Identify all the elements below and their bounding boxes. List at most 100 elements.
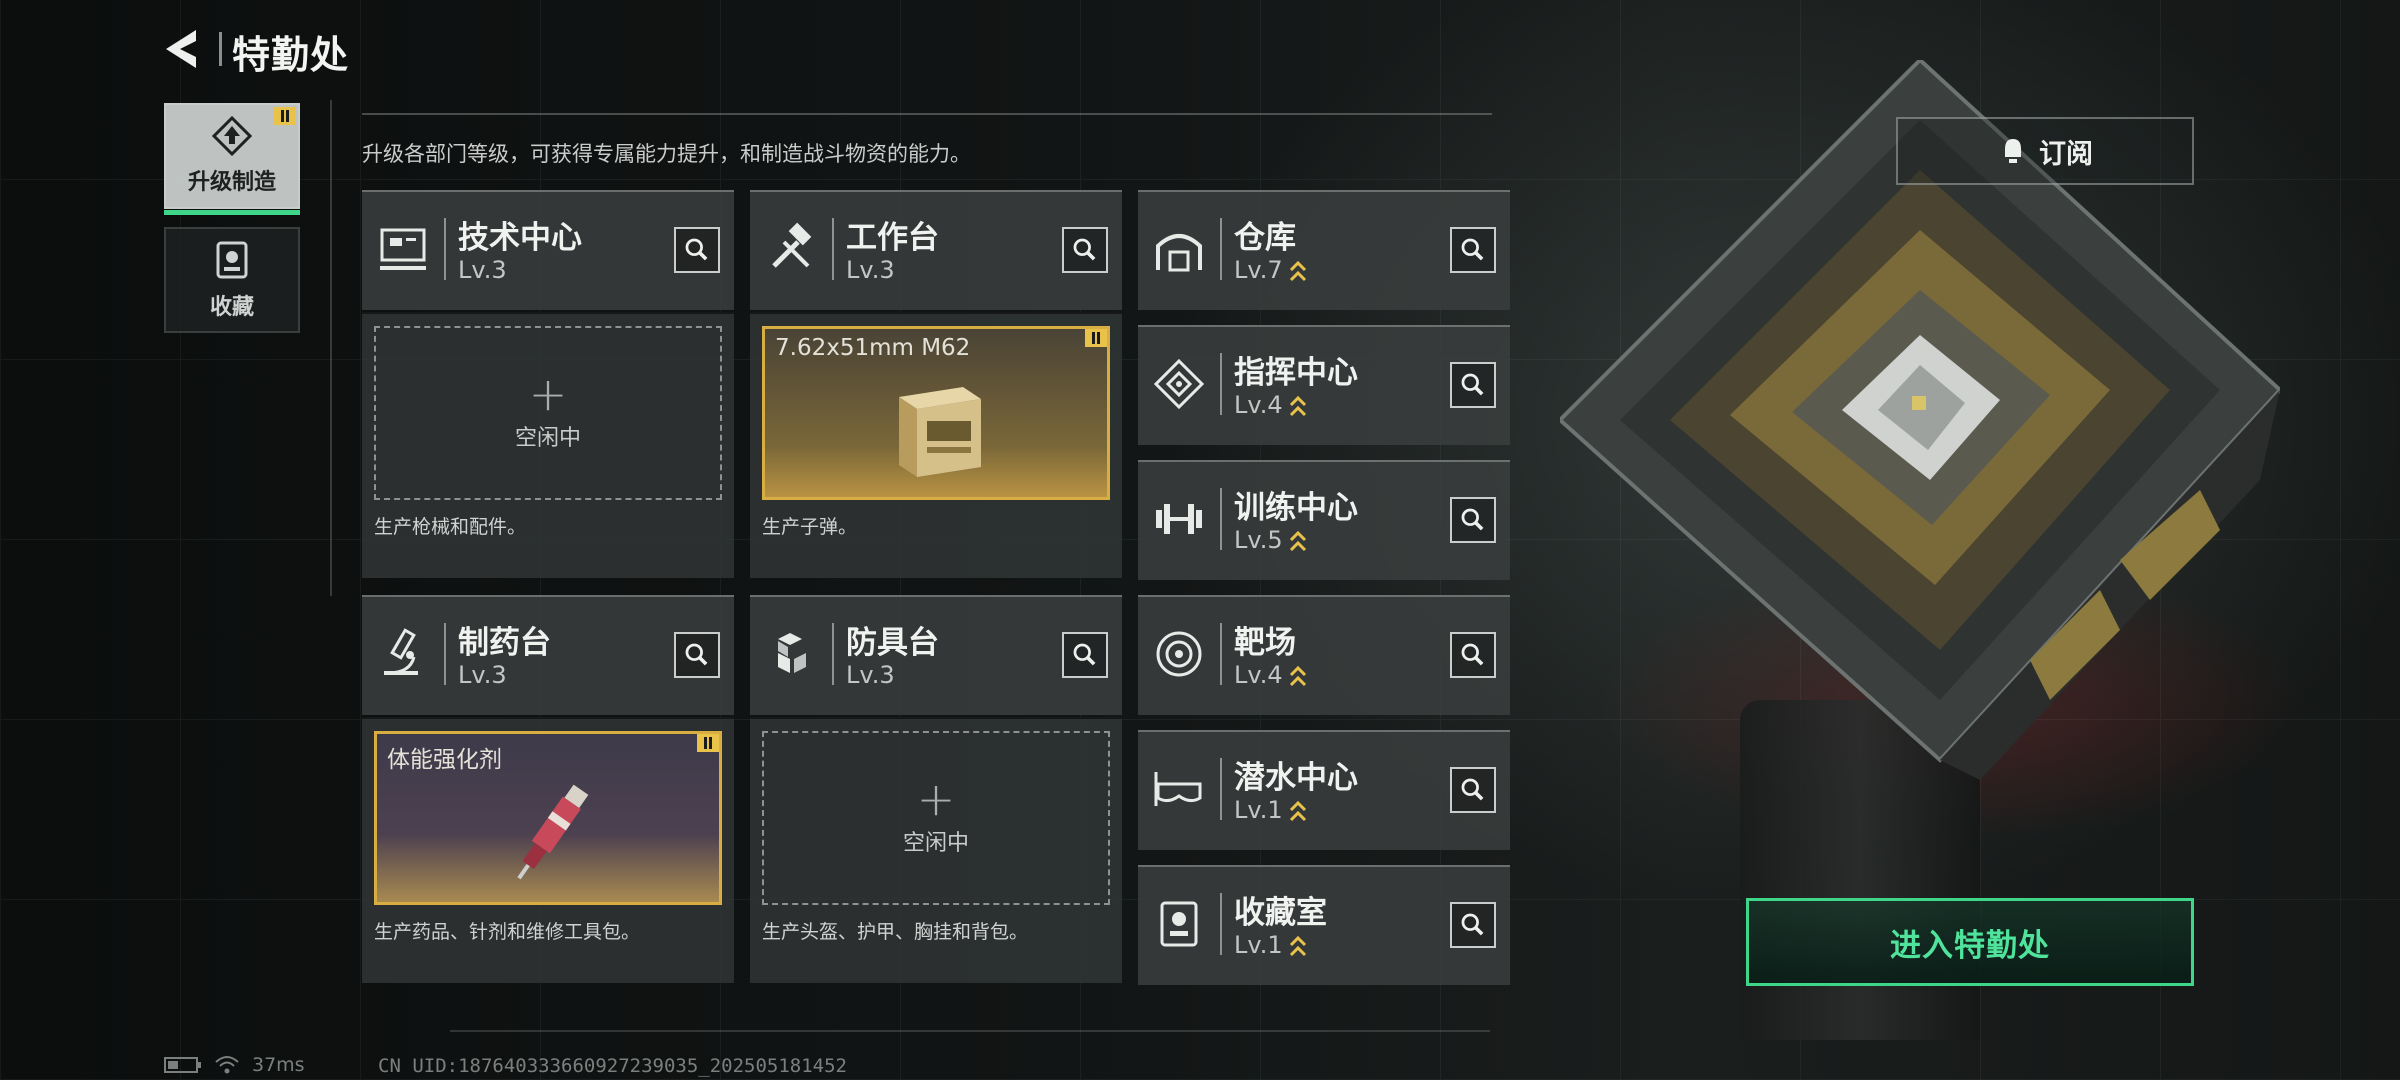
plus-icon: + [916,772,956,826]
warehouse-icon [1156,234,1202,272]
battery-icon [164,1057,201,1073]
workbench-icon [772,222,812,268]
card-separator [1220,218,1222,280]
workshop-card-workbench[interactable]: 工作台 Lv.3 [750,190,1122,310]
tab-upgrade-craft[interactable]: 升级制造 [164,103,300,215]
card-separator [832,623,834,685]
workshop-name: 防具台 [846,625,939,661]
facility-level: Lv.7 [1234,256,1283,284]
facility-level-row: Lv.7 [1234,256,1307,284]
pharmacy-icon [384,628,418,675]
command-center-icon [1153,358,1205,410]
plus-icon: + [528,367,568,421]
training-center-icon [1156,504,1202,534]
upgrade-arrows-icon [1289,395,1306,417]
facility-card-training-center[interactable]: 训练中心 Lv.5 [1138,460,1510,580]
upgrade-arrows-icon [1289,260,1306,282]
title-separator [219,32,222,66]
facility-name: 仓库 [1234,220,1296,256]
facility-card-command-center[interactable]: 指挥中心 Lv.4 [1138,325,1510,445]
facility-name: 收藏室 [1234,895,1327,931]
workshop-level: Lv.3 [458,661,507,689]
facility-level: Lv.4 [1234,391,1283,419]
upgrade-arrows-icon [1289,665,1306,687]
facility-level-row: Lv.1 [1234,796,1307,824]
shooting-range-icon [1156,631,1202,677]
collection-room-icon [1160,901,1198,947]
back-arrow-icon[interactable] [162,26,208,72]
crafting-item-slot[interactable]: 体能强化剂 [374,731,722,905]
card-separator [832,218,834,280]
search-icon[interactable] [1450,362,1496,408]
workshop-slot-panel: 体能强化剂 生产药品、针剂和维修工具包。 [362,717,734,983]
card-separator [1220,488,1222,550]
divider [362,113,1492,115]
armor-bench-icon [778,633,806,673]
collection-icon [216,241,248,279]
facility-level: Lv.4 [1234,661,1283,689]
search-icon[interactable] [1450,767,1496,813]
intro-text: 升级各部门等级，可获得专属能力提升，和制造战斗物资的能力。 [362,142,971,166]
search-icon[interactable] [1450,497,1496,543]
injector-icon [517,784,589,880]
facility-level: Lv.1 [1234,931,1283,959]
tab-label: 收藏 [209,295,254,320]
notification-badge-icon [697,734,719,752]
facility-level: Lv.5 [1234,526,1283,554]
crafting-item-slot[interactable]: 7.62x51mm M62 [762,326,1110,500]
workshop-description: 生产药品、针剂和维修工具包。 [374,921,641,943]
facility-level-row: Lv.1 [1234,931,1307,959]
tab-collection[interactable]: 收藏 [164,227,300,333]
enter-special-ops-button[interactable]: 进入特勤处 [1746,898,2194,986]
page-title: 特勤处 [232,33,350,77]
search-icon[interactable] [674,632,720,678]
card-separator [1220,758,1222,820]
facility-card-shooting-range[interactable]: 靶场 Lv.4 [1138,595,1510,715]
facility-level-row: Lv.4 [1234,661,1307,689]
ammo-box-icon [899,387,981,477]
idle-slot[interactable]: + 空闲中 [374,326,722,500]
subscribe-button[interactable]: 订阅 [1896,117,2194,185]
item-name: 7.62x51mm M62 [775,335,971,361]
search-icon[interactable] [674,227,720,273]
workshop-level: Lv.3 [846,256,895,284]
workshop-name: 制药台 [458,625,551,661]
divider [330,100,332,596]
wifi-icon [215,1056,239,1074]
workshop-description: 生产子弹。 [762,516,858,538]
workshop-card-tech-center[interactable]: 技术中心 Lv.3 [362,190,734,310]
workshop-slot-panel: + 空闲中 生产头盔、护甲、胸挂和背包。 [750,717,1122,983]
facility-level-row: Lv.4 [1234,391,1307,419]
facility-name: 靶场 [1234,625,1296,661]
card-separator [1220,893,1222,955]
workshop-card-pharmacy[interactable]: 制药台 Lv.3 [362,595,734,715]
idle-label: 空闲中 [514,426,581,451]
workshop-card-armor-bench[interactable]: 防具台 Lv.3 [750,595,1122,715]
workshop-slot-panel: 7.62x51mm M62 生产子弹。 [750,312,1122,578]
idle-label: 空闲中 [902,831,969,856]
tech-center-icon [380,228,426,270]
card-separator [444,218,446,280]
notification-badge-icon [1085,329,1107,347]
facility-card-collection-room[interactable]: 收藏室 Lv.1 [1138,865,1510,985]
ping-value: 37ms [252,1054,305,1076]
upgrade-arrows-icon [1289,800,1306,822]
status-bar: 37ms [164,1054,305,1076]
idle-slot[interactable]: + 空闲中 [762,731,1110,905]
search-icon[interactable] [1062,632,1108,678]
workshop-level: Lv.3 [458,256,507,284]
search-icon[interactable] [1450,632,1496,678]
search-icon[interactable] [1062,227,1108,273]
facility-level-row: Lv.5 [1234,526,1307,554]
bell-icon [2005,139,2021,163]
diving-center-icon [1154,772,1202,806]
search-icon[interactable] [1450,227,1496,273]
facility-card-diving-center[interactable]: 潜水中心 Lv.1 [1138,730,1510,850]
card-separator [444,623,446,685]
facility-name: 训练中心 [1234,490,1358,526]
search-icon[interactable] [1450,902,1496,948]
workshop-name: 工作台 [846,220,939,256]
facility-level: Lv.1 [1234,796,1283,824]
facility-card-warehouse[interactable]: 仓库 Lv.7 [1138,190,1510,310]
upgrade-arrows-icon [1289,935,1306,957]
